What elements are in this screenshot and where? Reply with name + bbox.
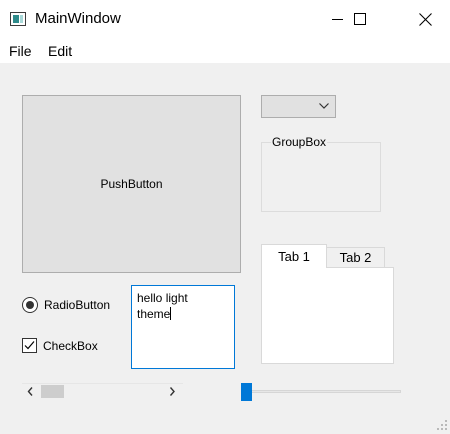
chevron-right-icon [169,387,175,396]
maximize-icon [354,13,366,25]
chevron-down-icon [319,103,329,109]
slider-handle[interactable] [241,383,252,401]
push-button[interactable]: PushButton [22,95,241,273]
checkbox-label[interactable]: CheckBox [43,339,98,353]
tab-1[interactable]: Tab 1 [261,244,327,268]
group-box-title: GroupBox [271,135,328,149]
push-button-label: PushButton [100,177,163,191]
window-title: MainWindow [35,10,121,27]
close-icon [419,13,432,26]
checkmark-icon [24,341,35,350]
menu-edit[interactable]: Edit [48,42,72,60]
text-edit-content: hello light theme [137,291,188,321]
checkbox[interactable] [22,338,37,353]
scroll-right-button[interactable] [164,383,181,400]
scrollbar-track-edge [22,383,183,384]
menu-file[interactable]: File [9,42,32,60]
resize-grip-icon [437,420,447,430]
size-grip[interactable] [436,419,448,431]
maximize-button[interactable] [337,0,383,38]
chevron-left-icon [27,387,33,396]
slider-groove[interactable] [241,390,401,393]
app-window-icon [10,12,26,26]
text-edit[interactable]: hello light theme [131,285,235,369]
tab-pane [261,267,394,364]
text-caret [170,307,172,320]
scrollbar-thumb[interactable] [41,385,64,398]
group-box [261,142,381,212]
scroll-left-button[interactable] [22,383,39,400]
tab-2[interactable]: Tab 2 [326,247,385,268]
radio-button[interactable] [22,297,38,313]
close-button[interactable] [402,0,448,38]
radio-button-label[interactable]: RadioButton [44,298,110,312]
radio-checked-dot [26,301,34,309]
combo-box[interactable] [261,95,336,118]
